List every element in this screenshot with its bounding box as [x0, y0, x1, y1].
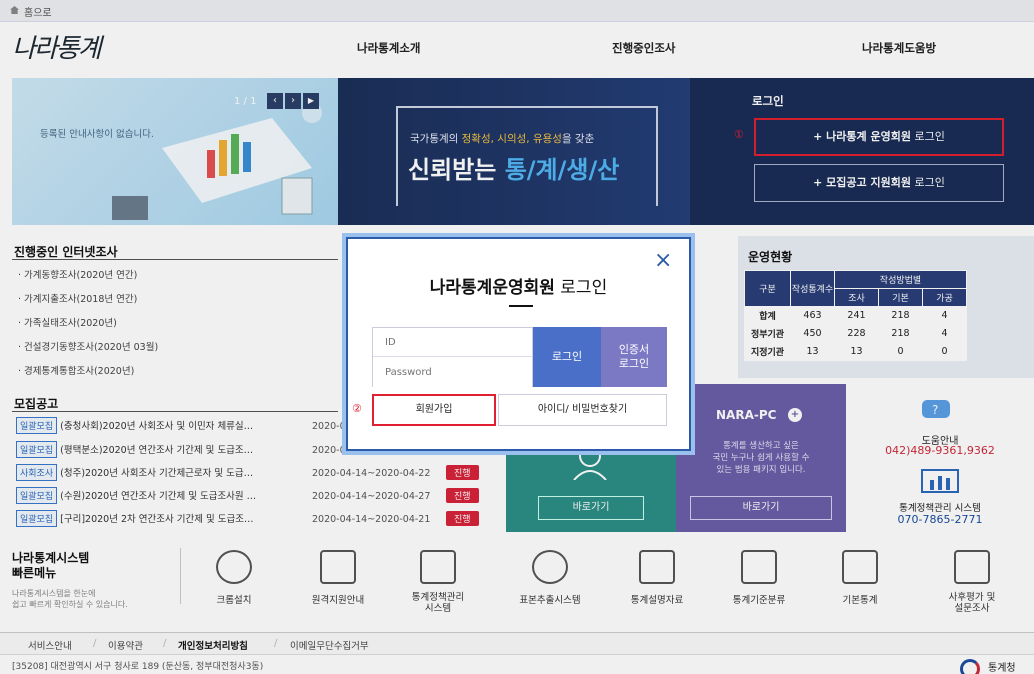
modal-title: 나라통계운영회원 로그인: [429, 278, 608, 298]
id-input[interactable]: [373, 328, 532, 357]
login-modal: × 나라통계운영회원 로그인 로그인 인증서로그인 ② 회원가입 아이디/ 비밀…: [346, 237, 691, 451]
login-button[interactable]: 로그인: [533, 327, 601, 387]
cert-login-button[interactable]: 인증서 로그인: [601, 327, 667, 387]
find-account-button[interactable]: 아이디/ 비밀번호찾기: [498, 394, 667, 426]
credential-box: [372, 327, 533, 387]
join-button[interactable]: 회원가입: [372, 394, 496, 426]
step2-marker: ②: [352, 402, 362, 415]
password-input[interactable]: [373, 358, 532, 387]
close-icon[interactable]: ×: [654, 250, 672, 272]
title-underline: [509, 305, 533, 307]
